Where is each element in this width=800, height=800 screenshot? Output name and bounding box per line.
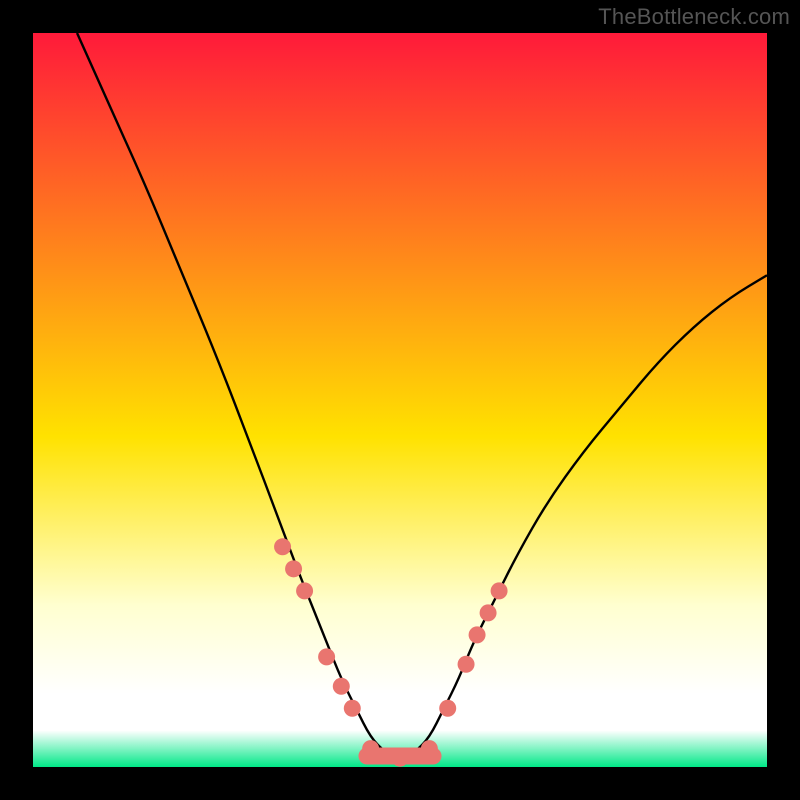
marker-dot bbox=[285, 560, 302, 577]
marker-dot bbox=[458, 656, 475, 673]
watermark-text: TheBottleneck.com bbox=[598, 4, 790, 30]
marker-dot bbox=[296, 582, 313, 599]
marker-dot bbox=[333, 678, 350, 695]
marker-dot bbox=[318, 648, 335, 665]
marker-dot bbox=[274, 538, 291, 555]
marker-dot bbox=[344, 700, 361, 717]
plot-background bbox=[33, 33, 767, 767]
marker-dot bbox=[439, 700, 456, 717]
chart-stage: TheBottleneck.com bbox=[0, 0, 800, 800]
marker-dot bbox=[480, 604, 497, 621]
bottleneck-chart bbox=[0, 0, 800, 800]
marker-dot bbox=[469, 626, 486, 643]
marker-dot bbox=[491, 582, 508, 599]
